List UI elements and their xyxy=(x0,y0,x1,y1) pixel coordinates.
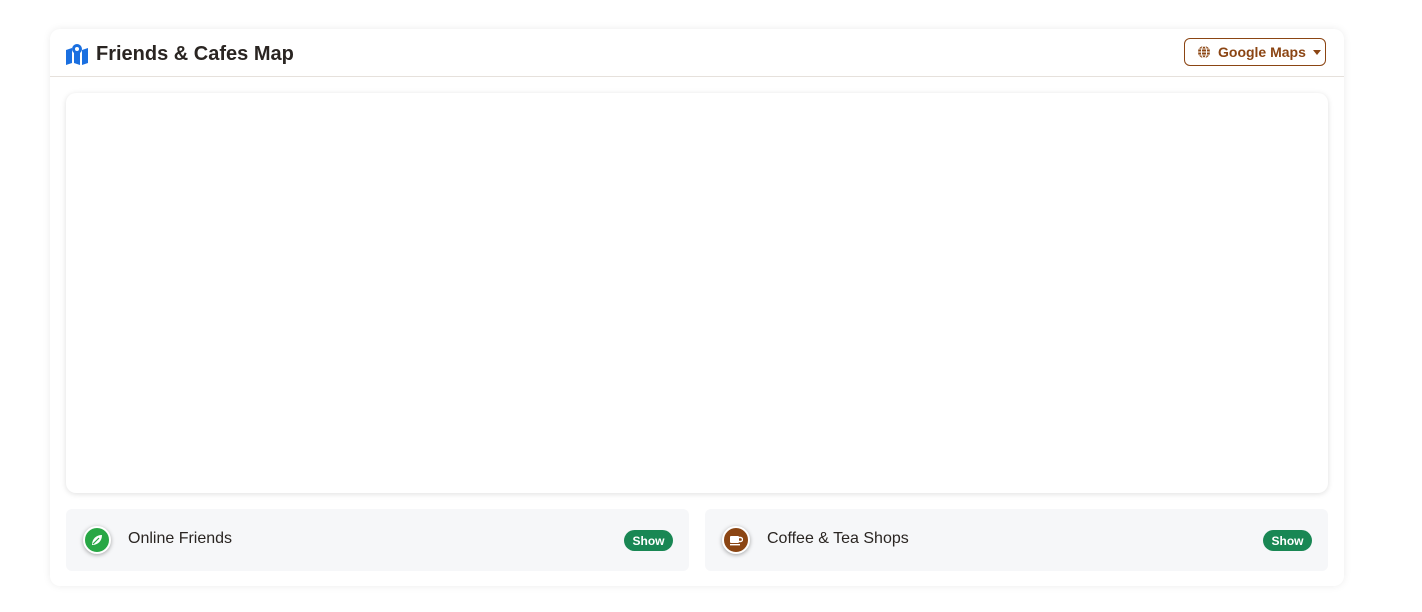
coffee-cup-icon xyxy=(722,526,750,554)
panel-label: Online Friends xyxy=(128,530,233,547)
map-icon xyxy=(65,43,89,65)
panel-label: Coffee & Tea Shops xyxy=(767,530,909,547)
map-card: Friends & Cafes Map Google Maps Online F… xyxy=(50,29,1344,586)
chevron-down-icon xyxy=(1312,49,1321,55)
page-title: Friends & Cafes Map xyxy=(96,42,294,65)
leaf-icon xyxy=(83,526,111,554)
show-coffee-shops-button[interactable]: Show xyxy=(1263,530,1312,551)
map-provider-dropdown[interactable]: Google Maps xyxy=(1184,38,1326,66)
map-provider-label: Google Maps xyxy=(1218,44,1306,60)
card-header: Friends & Cafes Map Google Maps xyxy=(50,29,1344,77)
panel-coffee-shops: Coffee & Tea Shops Show xyxy=(705,509,1328,571)
page-title-group: Friends & Cafes Map xyxy=(65,41,294,67)
show-online-friends-button[interactable]: Show xyxy=(624,530,673,551)
globe-icon xyxy=(1197,45,1211,59)
map-canvas[interactable] xyxy=(66,93,1328,493)
panel-online-friends: Online Friends Show xyxy=(66,509,689,571)
